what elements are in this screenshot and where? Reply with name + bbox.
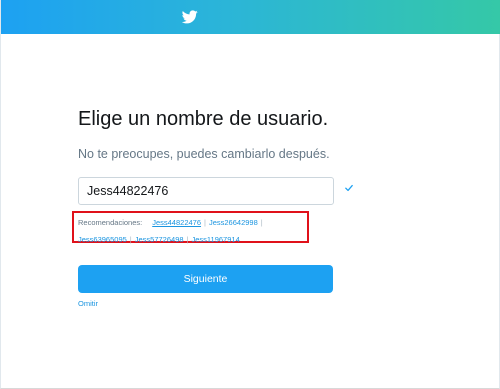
header-bar <box>1 0 500 34</box>
signup-page: Elige un nombre de usuario. No te preocu… <box>0 0 500 389</box>
recommendation-link[interactable]: Jess26642998 <box>209 218 258 227</box>
twitter-bird-icon <box>182 10 198 24</box>
separator: | <box>260 218 263 227</box>
page-title: Elige un nombre de usuario. <box>78 108 329 130</box>
separator: | <box>129 235 132 244</box>
checkmark-icon <box>345 184 353 192</box>
recommendation-link[interactable]: Jess11967914 <box>192 235 240 244</box>
separator: | <box>204 218 206 227</box>
recommendation-link[interactable]: Jess44822476 <box>152 218 201 227</box>
recommendation-link[interactable]: Jess63965095 <box>78 235 127 244</box>
username-input[interactable] <box>78 177 334 205</box>
recommendation-link[interactable]: Jess57726498 <box>135 235 184 244</box>
recommendations-row-2: Jess63965095 | Jess57726498 | Jess11967914 <box>78 235 240 244</box>
next-button[interactable]: Siguiente <box>78 265 333 293</box>
recommendations-row-1: Recomendaciones: Jess44822476 | Jess2664299… <box>78 218 266 227</box>
recommendations-label: Recomendaciones: <box>78 218 143 227</box>
page-subtitle: No te preocupes, puedes cambiarlo despué… <box>78 147 330 161</box>
skip-link[interactable]: Omitir <box>78 299 98 308</box>
separator: | <box>186 235 189 244</box>
